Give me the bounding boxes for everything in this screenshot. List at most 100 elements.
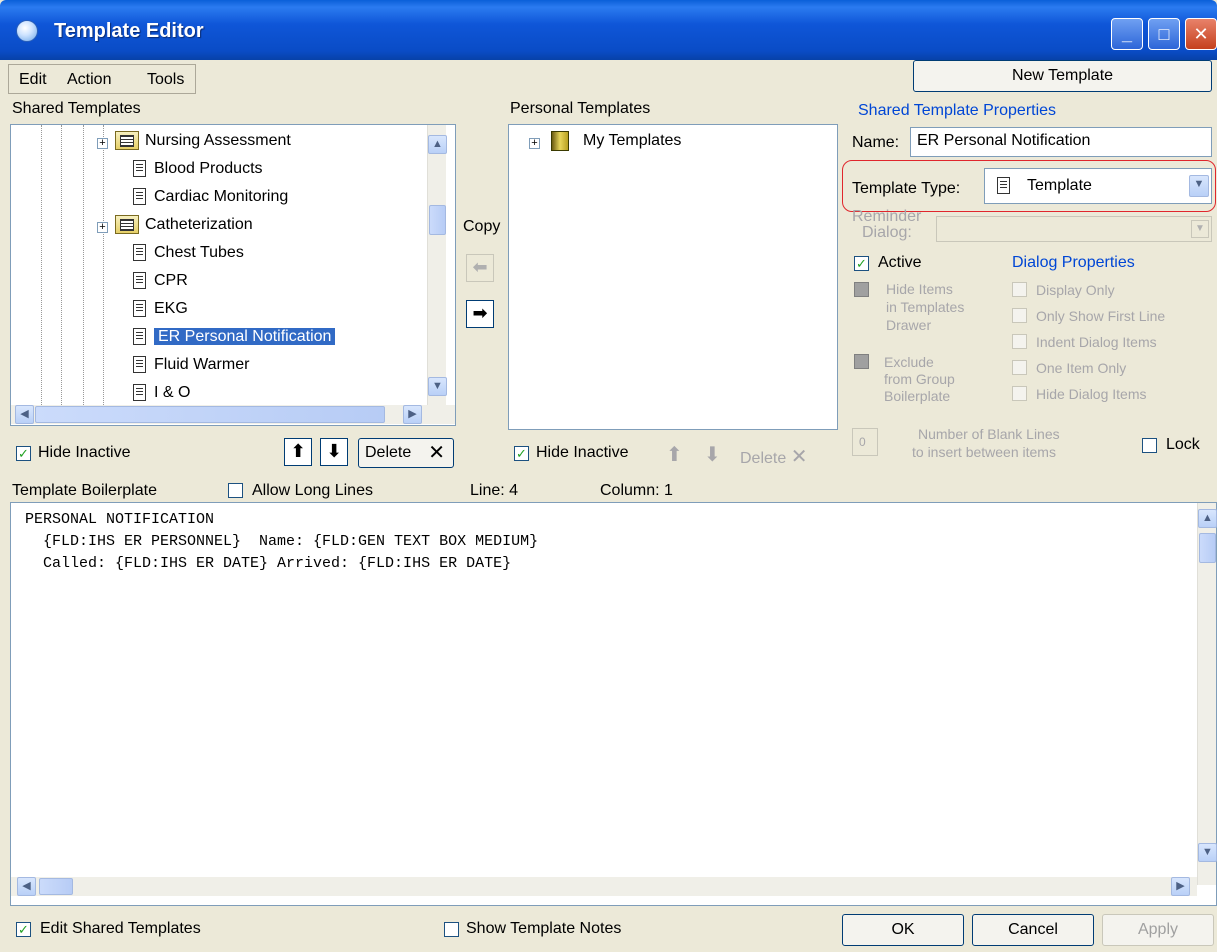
properties-header: Shared Template Properties — [858, 102, 1057, 119]
document-icon — [997, 177, 1010, 194]
dialog-properties-header: Dialog Properties — [1012, 254, 1135, 271]
shared-templates-tree[interactable]: + Nursing Assessment Blood Products Card… — [10, 124, 456, 426]
scroll-left-icon[interactable]: ◀ — [15, 405, 34, 424]
editor-vscrollbar[interactable]: ▲ ▼ — [1197, 503, 1217, 885]
lock-checkbox[interactable] — [1142, 438, 1157, 453]
boilerplate-line-3: Called: {FLD:IHS ER DATE} Arrived: {FLD:… — [25, 555, 512, 572]
scroll-left-icon[interactable]: ◀ — [17, 877, 36, 896]
title-bar[interactable]: Template Editor _ □ ✕ — [0, 0, 1217, 60]
tree-item-my-templates[interactable]: My Templates — [551, 129, 681, 155]
new-template-button[interactable]: New Template — [913, 60, 1212, 92]
document-icon — [133, 300, 146, 318]
scroll-down-icon[interactable]: ▼ — [428, 377, 447, 396]
personal-up-arrow-icon[interactable]: ⬆ — [666, 442, 683, 467]
personal-down-arrow-icon[interactable]: ⬇ — [704, 442, 721, 467]
hide-items-checkbox[interactable] — [854, 282, 869, 297]
reminder-dialog-select[interactable]: ▼ — [936, 216, 1212, 242]
shared-delete-button[interactable]: Delete ✕ — [358, 438, 454, 468]
chevron-down-icon[interactable]: ▼ — [1189, 175, 1209, 197]
tree-line — [83, 125, 84, 405]
maximize-button[interactable]: □ — [1148, 18, 1180, 50]
one-item-only-checkbox[interactable] — [1012, 360, 1027, 375]
name-label: Name: — [852, 134, 900, 151]
personal-delete-button[interactable]: Delete ✕ — [740, 444, 807, 469]
shared-tree-vscrollbar[interactable]: ▲ ▼ — [427, 125, 447, 405]
allow-long-lines-checkbox[interactable] — [228, 483, 243, 498]
column-indicator: Column: 1 — [600, 482, 673, 499]
scroll-thumb[interactable] — [39, 878, 73, 895]
display-only-label: Display Only — [1036, 282, 1115, 298]
edit-shared-templates-label: Edit Shared Templates — [40, 920, 201, 937]
tree-item-fluid-warmer[interactable]: Fluid Warmer — [133, 353, 249, 379]
close-button[interactable]: ✕ — [1185, 18, 1217, 50]
expand-icon[interactable]: + — [97, 222, 108, 233]
expand-icon[interactable]: + — [97, 138, 108, 149]
document-icon — [133, 160, 146, 178]
tree-item-cpr[interactable]: CPR — [133, 269, 188, 295]
tree-item-cardiac-monitoring[interactable]: Cardiac Monitoring — [133, 185, 288, 211]
scroll-up-icon[interactable]: ▲ — [428, 135, 447, 154]
copy-left-button[interactable]: ⬅ — [466, 254, 494, 282]
boilerplate-line-1: PERSONAL NOTIFICATION — [25, 511, 215, 528]
delete-x-icon: ✕ — [790, 446, 808, 468]
tree-item-ekg[interactable]: EKG — [133, 297, 188, 323]
hide-items-label: Hide Items in Templates Drawer — [886, 281, 965, 333]
minimize-icon: _ — [1121, 24, 1132, 44]
expand-icon[interactable]: + — [529, 138, 540, 149]
exclude-checkbox[interactable] — [854, 354, 869, 369]
only-show-first-line-checkbox[interactable] — [1012, 308, 1027, 323]
scroll-thumb[interactable] — [429, 205, 446, 235]
scroll-down-icon[interactable]: ▼ — [1198, 843, 1217, 862]
menu-action[interactable]: Action — [67, 71, 111, 89]
copy-right-button[interactable]: ➡ — [466, 300, 494, 328]
tree-item-i-and-o[interactable]: I & O — [133, 381, 190, 403]
close-icon: ✕ — [1193, 24, 1209, 44]
editor-hscrollbar[interactable]: ◀ ▶ — [11, 877, 1197, 896]
tree-item-catheterization[interactable]: Catheterization — [115, 213, 253, 239]
shared-tree-hscrollbar[interactable]: ◀ ▶ — [11, 405, 455, 424]
document-icon — [133, 328, 146, 346]
app-icon — [16, 20, 38, 42]
template-type-label: Template Type: — [852, 180, 961, 197]
active-checkbox[interactable]: ✓ — [854, 256, 869, 271]
menu-edit[interactable]: Edit — [19, 71, 47, 89]
personal-hide-inactive-checkbox[interactable]: ✓ — [514, 446, 529, 461]
edit-shared-templates-checkbox[interactable]: ✓ — [16, 922, 31, 937]
hide-dialog-items-checkbox[interactable] — [1012, 386, 1027, 401]
cancel-button[interactable]: Cancel — [972, 914, 1094, 946]
scroll-up-icon[interactable]: ▲ — [1198, 509, 1217, 528]
template-type-select[interactable]: Template ▼ — [984, 168, 1212, 204]
personal-templates-header: Personal Templates — [510, 100, 651, 117]
display-only-checkbox[interactable] — [1012, 282, 1027, 297]
shared-templates-header: Shared Templates — [12, 100, 141, 117]
maximize-icon: □ — [1158, 24, 1170, 44]
tree-line — [41, 125, 42, 405]
menu-tools[interactable]: Tools — [147, 71, 184, 89]
show-template-notes-checkbox[interactable] — [444, 922, 459, 937]
lock-label: Lock — [1166, 436, 1200, 453]
shared-hide-inactive-checkbox[interactable]: ✓ — [16, 446, 31, 461]
scroll-right-icon[interactable]: ▶ — [403, 405, 422, 424]
name-input[interactable]: ER Personal Notification — [910, 127, 1212, 157]
scroll-right-icon[interactable]: ▶ — [1171, 877, 1190, 896]
move-down-button[interactable]: ⬇ — [320, 438, 348, 466]
hide-dialog-items-label: Hide Dialog Items — [1036, 386, 1147, 402]
delete-x-icon: ✕ — [428, 442, 445, 464]
tree-item-blood-products[interactable]: Blood Products — [133, 157, 263, 183]
tree-item-nursing-assessment[interactable]: Nursing Assessment — [115, 129, 291, 155]
blank-lines-spinner[interactable]: 0 — [852, 428, 878, 456]
tree-item-chest-tubes[interactable]: Chest Tubes — [133, 241, 244, 267]
minimize-button[interactable]: _ — [1111, 18, 1143, 50]
indent-dialog-items-checkbox[interactable] — [1012, 334, 1027, 349]
apply-button[interactable]: Apply — [1102, 914, 1214, 946]
tree-item-er-personal-notification[interactable]: ER Personal Notification — [133, 325, 336, 351]
move-up-button[interactable]: ⬆ — [284, 438, 312, 466]
boilerplate-editor[interactable]: PERSONAL NOTIFICATION {FLD:IHS ER PERSON… — [10, 502, 1217, 906]
chevron-down-icon[interactable]: ▼ — [1191, 220, 1209, 238]
scroll-thumb[interactable] — [1199, 533, 1216, 563]
scroll-thumb[interactable] — [35, 406, 385, 423]
copy-label: Copy — [463, 218, 501, 235]
personal-templates-tree[interactable]: + My Templates — [508, 124, 838, 430]
ok-button[interactable]: OK — [842, 914, 964, 946]
document-icon — [133, 272, 146, 290]
